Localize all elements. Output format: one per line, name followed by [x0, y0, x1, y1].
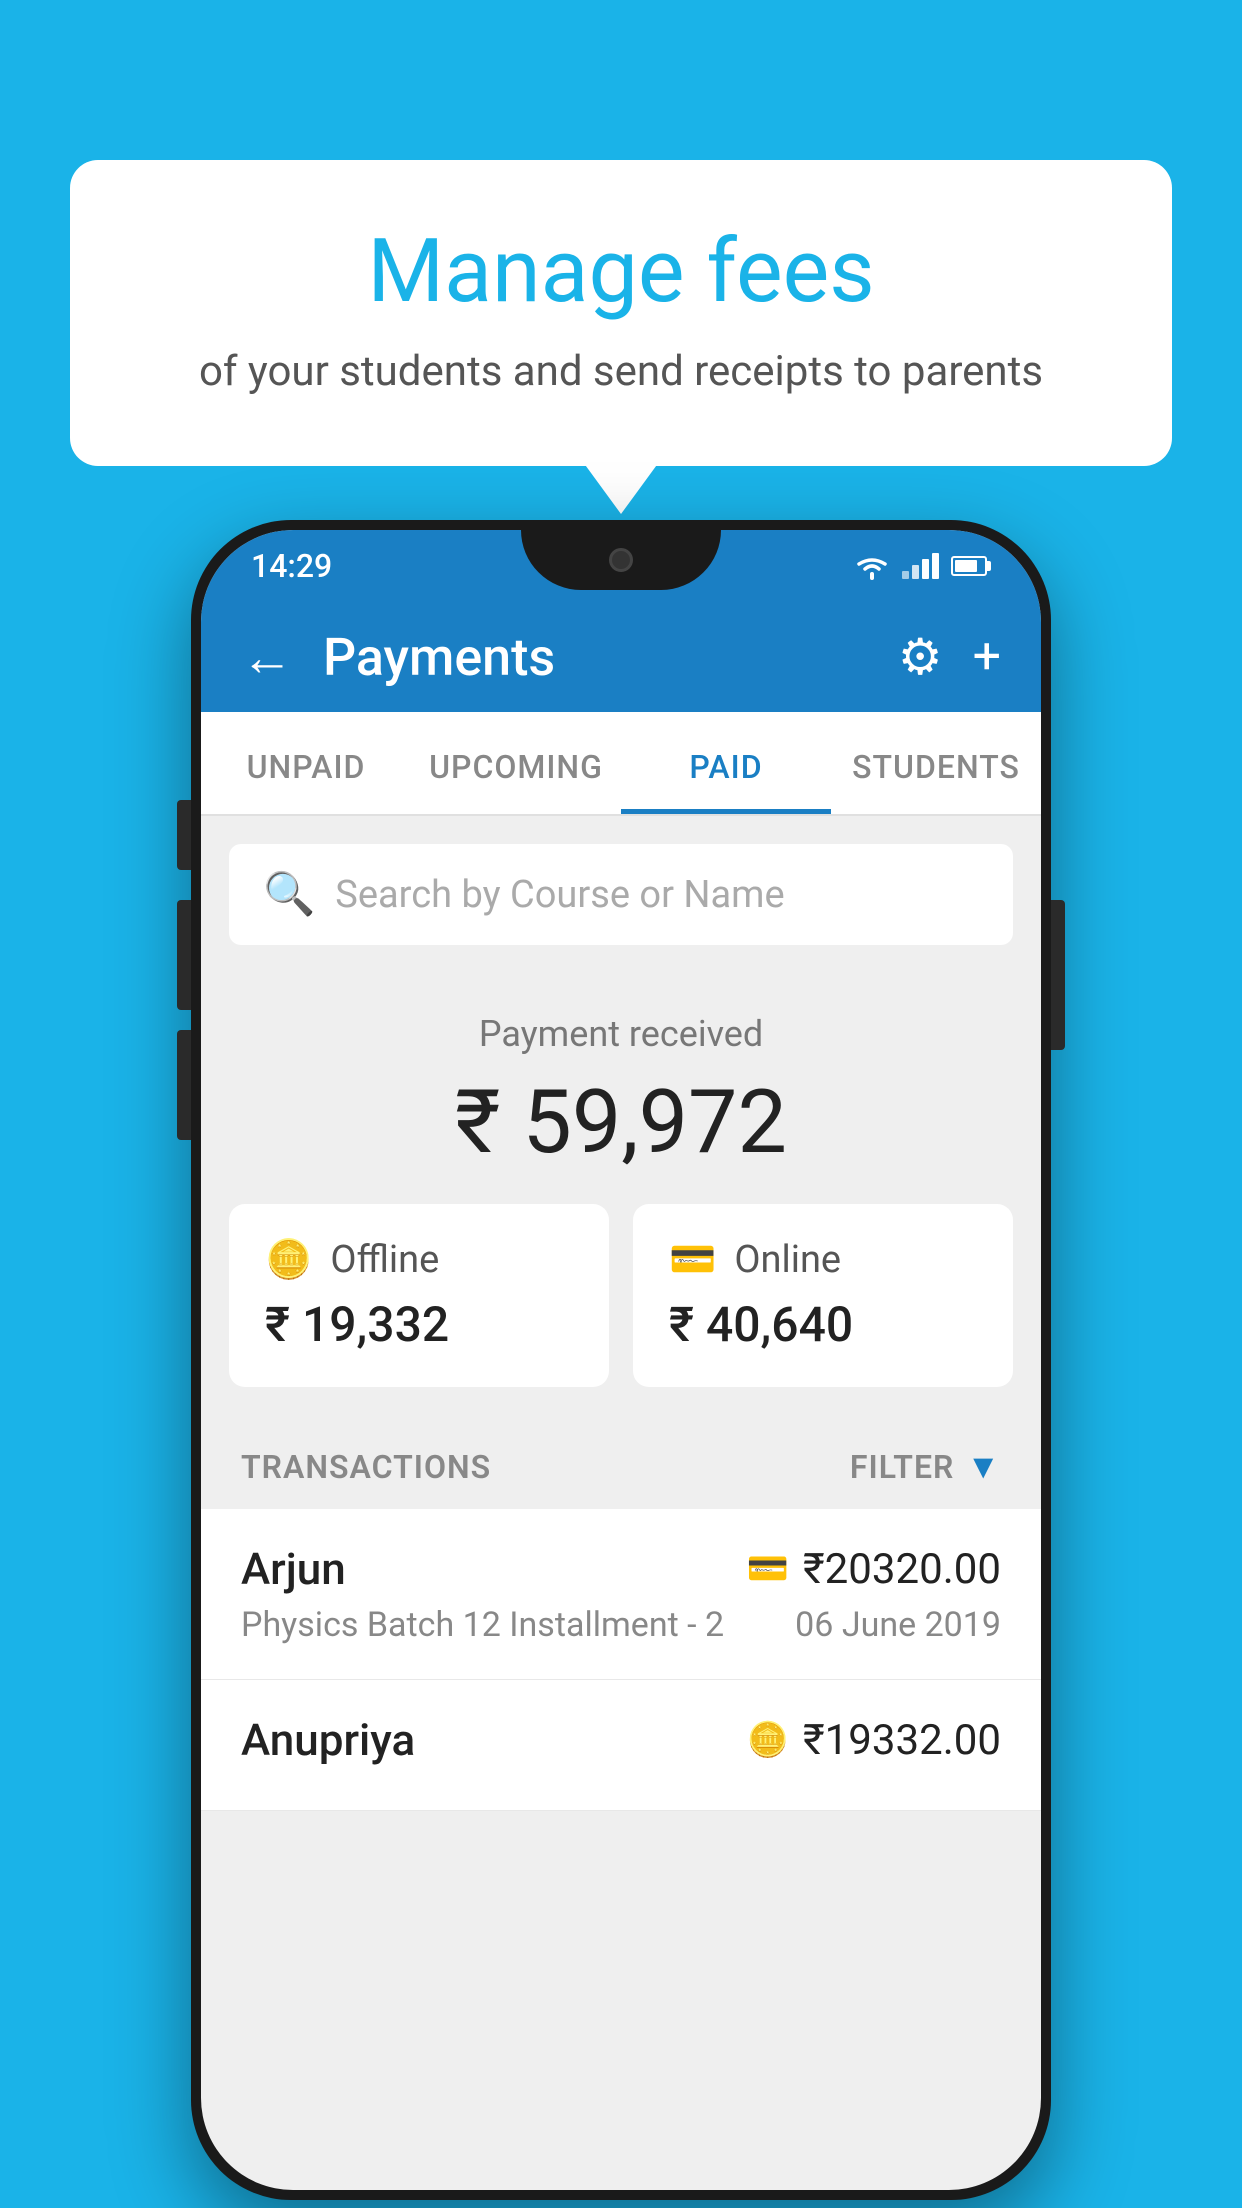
transaction-row-anupriya: Anupriya 🪙 ₹19332.00	[201, 1680, 1041, 1811]
phone-outer: 14:29	[191, 520, 1051, 2200]
offline-pay-icon: 🪙	[747, 1720, 789, 1760]
camera	[609, 548, 633, 572]
search-placeholder: Search by Course or Name	[335, 873, 784, 917]
transactions-label: TRANSACTIONS	[241, 1448, 491, 1486]
battery-icon	[951, 556, 991, 576]
tab-upcoming[interactable]: UPCOMING	[411, 712, 621, 814]
payment-cards: 🪙 Offline ₹ 19,332 💳 Online ₹ 40,640	[201, 1204, 1041, 1419]
speech-bubble: Manage fees of your students and send re…	[70, 160, 1172, 466]
phone-wrapper: 14:29	[191, 520, 1051, 2200]
amount-anupriya: ₹19332.00	[803, 1716, 1001, 1765]
offline-card-header: 🪙 Offline	[265, 1238, 573, 1282]
bubble-title: Manage fees	[150, 220, 1092, 323]
notch	[521, 530, 721, 590]
bubble-subtitle: of your students and send receipts to pa…	[150, 347, 1092, 396]
tabs: UNPAID UPCOMING PAID STUDENTS	[201, 712, 1041, 816]
payment-received-section: Payment received ₹ 59,972	[201, 973, 1041, 1204]
transactions-header: TRANSACTIONS FILTER ▼	[201, 1419, 1041, 1509]
online-pay-icon: 💳	[747, 1549, 789, 1589]
filter-label: FILTER	[850, 1448, 954, 1486]
tab-paid[interactable]: PAID	[621, 712, 831, 814]
wifi-icon	[854, 552, 890, 580]
back-button[interactable]: ←	[241, 627, 293, 688]
status-icons	[854, 552, 991, 580]
signal-icon	[902, 553, 939, 579]
transaction-top-anupriya: Anupriya 🪙 ₹19332.00	[241, 1714, 1001, 1766]
online-icon: 💳	[669, 1238, 716, 1282]
course-arjun: Physics Batch 12 Installment - 2	[241, 1605, 724, 1645]
transaction-row: Arjun 💳 ₹20320.00 Physics Batch 12 Insta…	[201, 1509, 1041, 1680]
search-icon: 🔍	[263, 870, 315, 919]
status-bar: 14:29	[201, 530, 1041, 602]
side-button-right	[1051, 900, 1065, 1050]
speech-bubble-container: Manage fees of your students and send re…	[70, 160, 1172, 466]
amount-area-anupriya: 🪙 ₹19332.00	[747, 1716, 1001, 1765]
offline-label: Offline	[330, 1238, 439, 1282]
amount-area-arjun: 💳 ₹20320.00	[747, 1545, 1001, 1594]
online-label: Online	[734, 1238, 841, 1282]
add-icon[interactable]: +	[973, 628, 1001, 686]
side-button-volume-up	[177, 900, 191, 1010]
amount-arjun: ₹20320.00	[803, 1545, 1001, 1594]
payment-amount: ₹ 59,972	[201, 1071, 1041, 1174]
phone-screen: 14:29	[201, 530, 1041, 2190]
toolbar-icons: ⚙ +	[898, 628, 1001, 687]
tab-unpaid[interactable]: UNPAID	[201, 712, 411, 814]
date-arjun: 06 June 2019	[795, 1605, 1001, 1645]
tab-students[interactable]: STUDENTS	[831, 712, 1041, 814]
student-name-arjun: Arjun	[241, 1543, 346, 1595]
transaction-bottom-arjun: Physics Batch 12 Installment - 2 06 June…	[241, 1605, 1001, 1645]
transaction-top-arjun: Arjun 💳 ₹20320.00	[241, 1543, 1001, 1595]
offline-icon: 🪙	[265, 1238, 312, 1282]
side-button-power	[177, 800, 191, 870]
filter-button[interactable]: FILTER ▼	[850, 1447, 1001, 1487]
toolbar-title: Payments	[323, 627, 898, 688]
settings-icon[interactable]: ⚙	[898, 628, 943, 687]
online-card-header: 💳 Online	[669, 1238, 977, 1282]
online-amount: ₹ 40,640	[669, 1296, 977, 1353]
student-name-anupriya: Anupriya	[241, 1714, 415, 1766]
filter-icon: ▼	[966, 1447, 1001, 1487]
side-button-volume-down	[177, 1030, 191, 1140]
status-time: 14:29	[251, 547, 332, 585]
offline-amount: ₹ 19,332	[265, 1296, 573, 1353]
payment-label: Payment received	[201, 1013, 1041, 1055]
offline-card: 🪙 Offline ₹ 19,332	[229, 1204, 609, 1387]
search-bar[interactable]: 🔍 Search by Course or Name	[229, 844, 1013, 945]
toolbar: ← Payments ⚙ +	[201, 602, 1041, 712]
online-card: 💳 Online ₹ 40,640	[633, 1204, 1013, 1387]
